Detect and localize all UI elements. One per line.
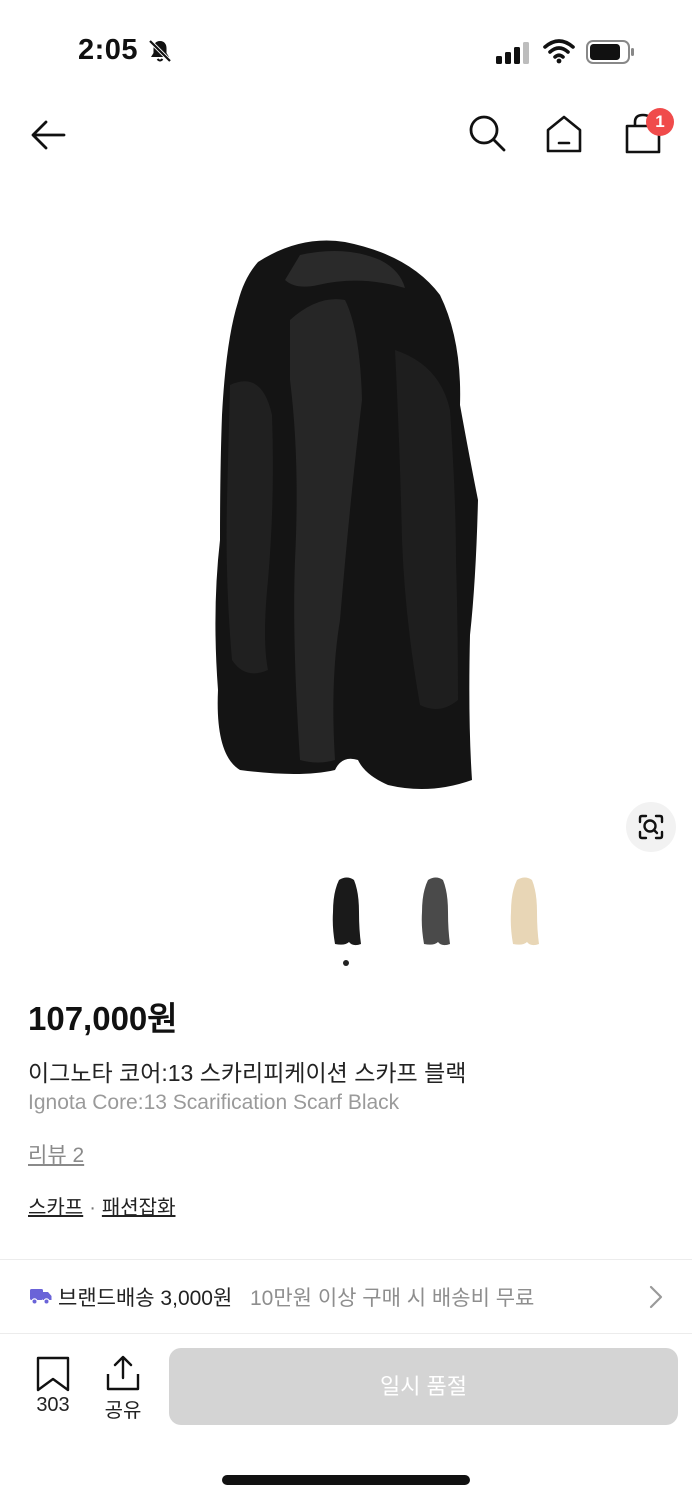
cellular-signal-icon	[496, 42, 529, 64]
thumbnail-black[interactable]	[321, 872, 371, 952]
status-bar: 2:05	[0, 0, 692, 100]
product-name-english: Ignota Core:13 Scarification Scarf Black	[28, 1091, 400, 1114]
divider	[0, 1259, 692, 1260]
camera-lens-icon	[638, 814, 664, 840]
truck-icon	[30, 1289, 52, 1305]
thumbnail-gray[interactable]	[410, 872, 460, 952]
bookmark-icon[interactable]	[30, 1356, 76, 1392]
thumb-scarf	[510, 877, 539, 946]
battery-icon	[586, 40, 634, 64]
top-nav	[0, 100, 692, 170]
bottom-action-bar: 303 공유 일시 품절	[0, 1336, 692, 1436]
scarf-illustration	[215, 240, 478, 789]
product-image[interactable]	[0, 200, 692, 840]
shipping-info-row[interactable]: 브랜드배송 3,000원 10만원 이상 구매 시 배송비 무료	[0, 1261, 692, 1331]
category-separator: ·	[89, 1197, 96, 1219]
share-icon[interactable]	[104, 1354, 142, 1392]
image-search-button[interactable]	[626, 802, 676, 852]
thumb-scarf	[332, 877, 361, 946]
review-link[interactable]: 리뷰 2	[28, 1139, 84, 1169]
shipping-fee: 브랜드배송 3,000원	[58, 1287, 233, 1310]
bell-muted-icon	[148, 39, 172, 63]
bookmark-count: 303	[36, 1394, 70, 1416]
thumb-scarf	[421, 877, 450, 946]
product-price: 107,000원	[28, 1000, 178, 1037]
category-link[interactable]: 패션잡화	[102, 1197, 176, 1219]
category-breadcrumb: 스카프 · 패션잡화	[28, 1191, 175, 1220]
search-icon[interactable]	[466, 112, 508, 154]
thumbnail-beige[interactable]	[499, 872, 549, 952]
share-label: 공유	[104, 1400, 142, 1422]
thumbnail-indicator-dot	[343, 960, 349, 966]
temporarily-sold-out-button[interactable]: 일시 품절	[169, 1348, 678, 1425]
free-shipping-note: 10만원 이상 구매 시 배송비 무료	[250, 1287, 535, 1310]
status-time: 2:05	[78, 34, 139, 66]
home-icon[interactable]	[543, 112, 585, 156]
cart-count-badge: 1	[646, 108, 674, 136]
product-name-korean: 이그노타 코어:13 스카리피케이션 스카프 블랙	[28, 1060, 467, 1086]
wifi-icon	[543, 39, 575, 64]
divider	[0, 1333, 692, 1334]
chevron-right-icon	[649, 1285, 663, 1309]
category-link[interactable]: 스카프	[28, 1197, 83, 1219]
back-arrow-icon[interactable]	[28, 114, 70, 156]
home-indicator	[222, 1475, 470, 1485]
